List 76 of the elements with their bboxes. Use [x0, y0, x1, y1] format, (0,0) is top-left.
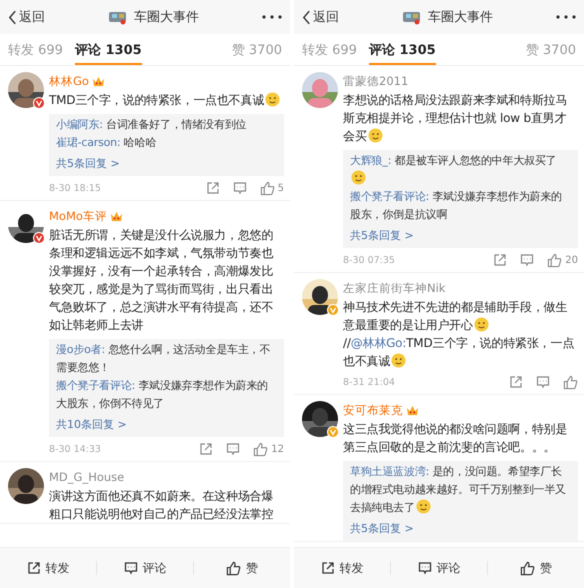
- tab[interactable]: 转发 699: [302, 34, 357, 65]
- like-icon: [226, 560, 241, 576]
- action-button[interactable]: 评论: [391, 561, 488, 575]
- share-icon[interactable]: [509, 375, 523, 389]
- more-replies-link[interactable]: 共5条回复 >: [56, 154, 120, 173]
- action-button[interactable]: 评论: [97, 561, 194, 575]
- user-name[interactable]: MoMo车评: [49, 208, 107, 224]
- action-button[interactable]: 转发: [294, 561, 391, 575]
- more-replies-link[interactable]: 共10条回复 >: [56, 415, 127, 434]
- more-icon[interactable]: [262, 15, 282, 19]
- emoji-icon: [474, 317, 489, 332]
- tab[interactable]: 评论 1305: [368, 34, 436, 65]
- action-button[interactable]: 赞: [488, 561, 584, 575]
- like-count: 12: [271, 444, 284, 454]
- action-button[interactable]: 赞: [194, 561, 290, 575]
- more-replies-link[interactable]: 共5条回复 >: [350, 226, 414, 245]
- like-icon: [520, 560, 535, 576]
- like-icon[interactable]: [253, 442, 268, 456]
- share-icon: [26, 561, 40, 575]
- tab[interactable]: 评论 1305: [74, 34, 142, 65]
- reply-text: 搬个凳子看评论: 李斌没嫌弃李想作为蔚来的股东，你倒是抗议啊: [350, 189, 564, 223]
- like-icon[interactable]: [563, 374, 578, 390]
- comment-text: 演讲这方面他还真不如蔚来。在这种场合爆粗口只能说明他对自己的产品已经没法掌控: [49, 488, 274, 523]
- reply-text: 崔珺-carson: 哈哈哈: [56, 135, 158, 151]
- comment-text: 脏话无所谓，关键是没什么说服力，忽悠的条理和逻辑远远不如李斌，气氛带动节奏也没掌握好，没有一个起承转合，高潮爆发比较突兀，感觉是为了骂街而骂街，出只看出气急败坏了，总之演讲水平有待提高，还不如让韩老师上去讲: [49, 227, 274, 334]
- comment-time: 8-30 07:35: [343, 254, 395, 266]
- comment-text: TMD三个字，说的特紧张，一点也不真诚: [49, 91, 284, 109]
- comment-icon[interactable]: [536, 375, 550, 389]
- comment-time: 8-31 21:04: [343, 376, 395, 388]
- comment-time: 8-30 14:33: [49, 444, 101, 454]
- emoji-icon: [391, 353, 406, 368]
- comment-text: 李想说的话格局没法跟蔚来李斌和特斯拉马斯克相提并论，理想估计也就 low b直男才会买: [343, 92, 568, 145]
- comment-icon[interactable]: [226, 442, 240, 456]
- more-replies-link[interactable]: 共5条回复 >: [350, 519, 414, 538]
- share-icon: [320, 561, 334, 575]
- share-icon[interactable]: [199, 442, 214, 456]
- comment-text: 神马技术先进不先进的都是辅助手段，做生意最重要的是让用户开心 //@林林Go:TMD三个字，说的特紧张，一点也不真诚: [343, 299, 576, 370]
- comment-icon: [124, 561, 138, 575]
- emoji-icon: [265, 92, 280, 107]
- user-name[interactable]: MD_G_House: [49, 470, 124, 484]
- reply-text: 小编阿东: 台词准备好了，情绪没有到位: [56, 117, 248, 133]
- comment-time: 8-30 18:15: [49, 182, 101, 194]
- reply-text: 漫o步o者: 忽悠什么啊，这活动全是车主，不需要忽悠！: [56, 342, 272, 376]
- comment-icon[interactable]: [232, 181, 247, 195]
- like-count: 20: [565, 254, 578, 266]
- like-icon[interactable]: [547, 252, 562, 268]
- crown-icon: [406, 404, 419, 416]
- emoji-icon: [368, 128, 383, 143]
- tab[interactable]: 赞 3700: [232, 34, 282, 65]
- tab[interactable]: 转发 699: [8, 34, 63, 65]
- back-button[interactable]: 返回: [8, 8, 45, 26]
- comment-text: 这三点我觉得他说的都没啥问题啊，特别是第三点回敬的是之前沈斐的言论吧。。。: [343, 421, 568, 456]
- back-button[interactable]: 返回: [302, 8, 339, 26]
- crown-icon: [92, 76, 105, 86]
- tab[interactable]: 赞 3700: [526, 34, 576, 65]
- page-title: 车圈大事件: [134, 9, 199, 26]
- reply-text: 搬个凳子看评论: 李斌没嫌弃李想作为蔚来的大股东，你倒不待见了: [56, 378, 270, 412]
- share-icon[interactable]: [206, 181, 220, 195]
- reply-text: 大辉狼_: 都是被车评人忽悠的中年大叔买了: [350, 152, 571, 188]
- more-icon[interactable]: [556, 15, 576, 19]
- comment-icon: [418, 561, 432, 575]
- share-icon[interactable]: [493, 253, 508, 267]
- like-icon[interactable]: [260, 180, 275, 196]
- action-button[interactable]: 转发: [0, 561, 97, 575]
- reply-text: 草狗土逼蓝波湾: 是的，没问题。希望李厂长的增程式电动越来越好。可千万别整到一半又去搞纯电去了: [350, 464, 568, 516]
- back-icon: [8, 10, 17, 24]
- like-count: 5: [278, 182, 284, 194]
- user-name[interactable]: 林林Go: [49, 74, 89, 88]
- user-name[interactable]: 左家庄前街车神Nik: [343, 280, 446, 296]
- user-name[interactable]: 安可布莱克: [343, 402, 403, 418]
- comment-icon[interactable]: [520, 253, 534, 267]
- user-name[interactable]: 雷蒙德2011: [343, 74, 408, 88]
- page-title: 车圈大事件: [428, 9, 493, 26]
- back-icon: [302, 10, 311, 24]
- crown-icon: [110, 210, 123, 222]
- mention-link[interactable]: @林林Go:: [350, 336, 406, 350]
